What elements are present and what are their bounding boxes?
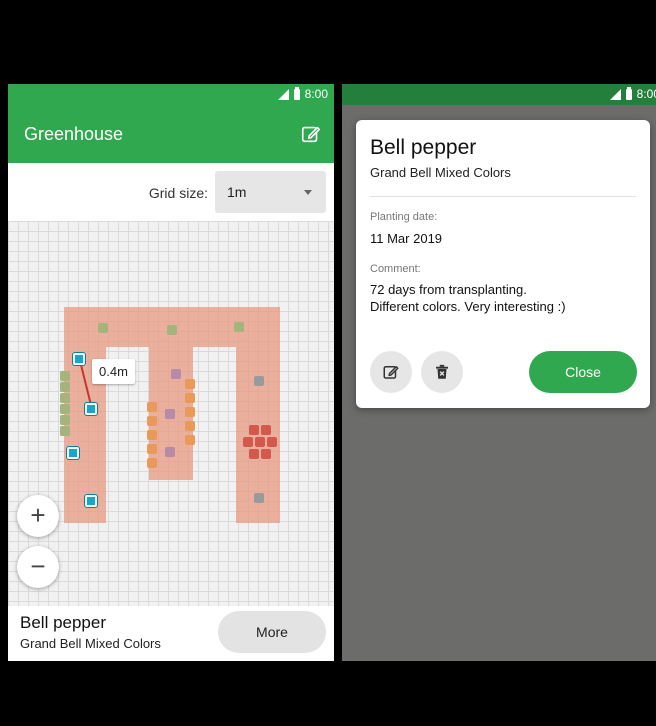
status-bar: 8:00: [8, 84, 334, 105]
edit-button[interactable]: [370, 351, 412, 393]
page-title: Greenhouse: [24, 124, 124, 144]
status-time: 8:00: [304, 87, 328, 101]
plant-marker[interactable]: [165, 409, 175, 419]
selected-plant-marker[interactable]: [67, 447, 79, 459]
plant-marker[interactable]: [249, 425, 259, 435]
plant-marker[interactable]: [60, 415, 70, 425]
status-bar: 8:00: [342, 84, 656, 105]
selected-plant-marker[interactable]: [85, 495, 97, 507]
zoom-in-button[interactable]: +: [17, 495, 59, 537]
battery-icon: [293, 86, 300, 100]
comment-line: 72 days from transplanting.: [370, 282, 527, 297]
planting-date-value: 11 Mar 2019: [370, 231, 443, 246]
plant-marker[interactable]: [234, 322, 244, 332]
comment-line: Different colors. Very interesting :): [370, 299, 566, 314]
comment-label: Comment:: [370, 263, 421, 275]
plant-marker[interactable]: [147, 458, 157, 468]
dialog-title: Bell pepper: [370, 136, 477, 159]
plant-marker[interactable]: [267, 437, 277, 447]
trash-icon: [436, 364, 448, 379]
grid-size-value: 1m: [227, 184, 247, 200]
plant-marker[interactable]: [255, 437, 265, 447]
app-bar: Greenhouse: [8, 105, 334, 163]
plant-marker[interactable]: [165, 447, 175, 457]
plant-marker[interactable]: [60, 426, 70, 436]
plant-marker[interactable]: [60, 404, 70, 414]
plant-marker[interactable]: [254, 493, 264, 503]
plant-marker[interactable]: [254, 376, 264, 386]
edit-icon: [383, 366, 399, 379]
plant-marker[interactable]: [243, 437, 253, 447]
battery-icon: [625, 86, 632, 100]
plant-detail-dialog: Bell pepper Grand Bell Mixed Colors Plan…: [356, 120, 650, 408]
delete-button[interactable]: [421, 351, 463, 393]
plant-marker[interactable]: [147, 430, 157, 440]
plant-marker[interactable]: [185, 407, 195, 417]
close-button[interactable]: Close: [529, 351, 637, 393]
plant-marker[interactable]: [171, 369, 181, 379]
plant-marker[interactable]: [98, 323, 108, 333]
plant-marker[interactable]: [261, 449, 271, 459]
chevron-down-icon: [304, 190, 312, 195]
measure-label: 0.4m: [92, 359, 135, 384]
dialog-variety: Grand Bell Mixed Colors: [370, 165, 511, 180]
plant-marker[interactable]: [185, 421, 195, 431]
plant-marker[interactable]: [147, 402, 157, 412]
grid-size-label: Grid size:: [148, 185, 208, 201]
zoom-out-button[interactable]: −: [17, 546, 59, 588]
plant-variety: Grand Bell Mixed Colors: [20, 636, 161, 651]
selected-plant-marker[interactable]: [85, 403, 97, 415]
greenhouse-map[interactable]: 0.4m + −: [8, 221, 334, 606]
plant-marker[interactable]: [60, 371, 70, 381]
status-time: 8:00: [636, 87, 656, 101]
greenhouse-screen: 8:00 Greenhouse Grid size: 1m 0.4m + − B…: [8, 0, 334, 726]
plant-marker[interactable]: [185, 379, 195, 389]
planting-date-label: Planting date:: [370, 211, 438, 223]
divider: [370, 196, 636, 197]
plant-marker[interactable]: [60, 382, 70, 392]
plant-marker[interactable]: [147, 444, 157, 454]
plant-detail-screen: 8:00 Bell pepper Grand Bell Mixed Colors…: [342, 0, 656, 726]
signal-icon: [277, 88, 289, 100]
more-button[interactable]: More: [218, 611, 326, 653]
edit-icon[interactable]: [300, 123, 322, 145]
plant-marker[interactable]: [167, 325, 177, 335]
plant-name: Bell pepper: [20, 613, 107, 632]
grid-size-select[interactable]: 1m: [215, 171, 326, 213]
selected-plant-marker[interactable]: [73, 353, 85, 365]
plant-marker[interactable]: [249, 449, 259, 459]
plant-marker[interactable]: [60, 393, 70, 403]
signal-icon: [609, 88, 621, 100]
grid-size-row: Grid size: 1m: [8, 163, 334, 221]
plant-marker[interactable]: [147, 416, 157, 426]
plant-marker[interactable]: [185, 435, 195, 445]
plant-summary-bar: Bell pepper Grand Bell Mixed Colors More: [8, 606, 334, 661]
plant-marker[interactable]: [185, 393, 195, 403]
plant-marker[interactable]: [261, 425, 271, 435]
